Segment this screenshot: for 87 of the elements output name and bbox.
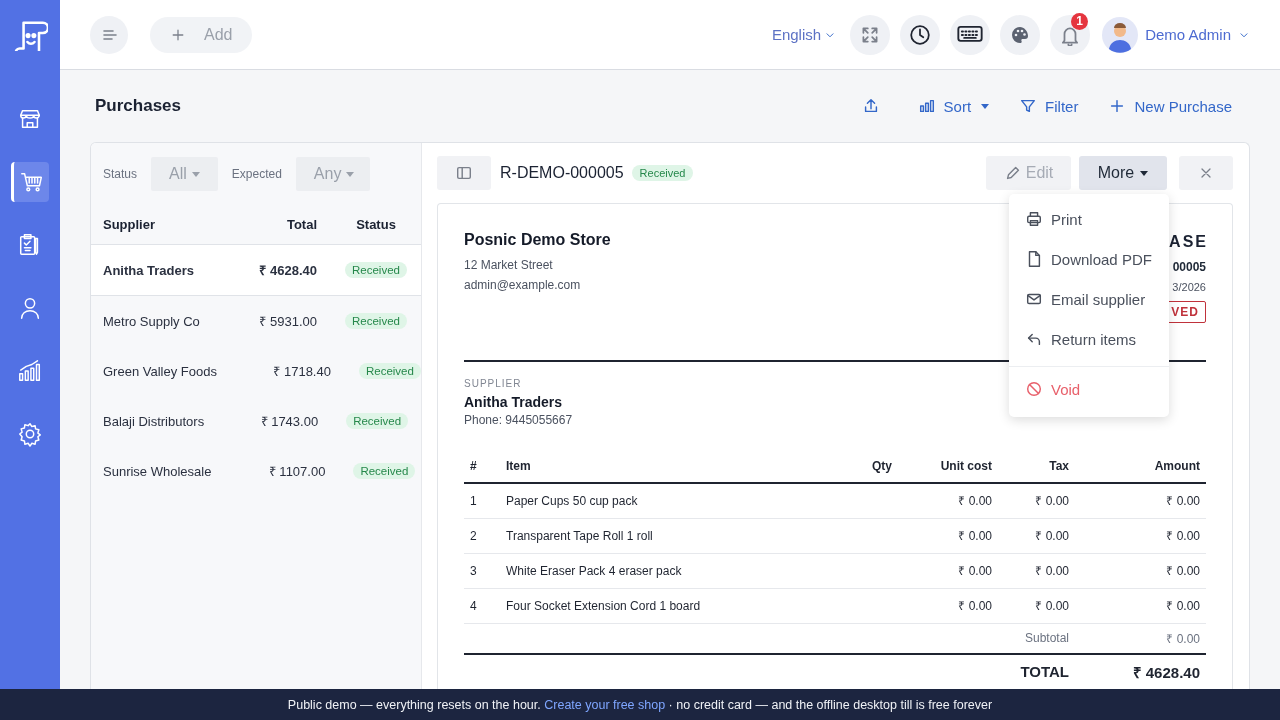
table-cell: ₹ 0.00 (998, 518, 1075, 553)
filter-label: Status (103, 167, 138, 181)
purchase-row[interactable]: Green Valley Foods ₹ 1718.40 Received (91, 346, 421, 396)
avatar-icon (1102, 16, 1139, 53)
user-menu[interactable]: Demo Admin (1102, 16, 1250, 53)
purchase-number: R-DEMO-000005 (500, 164, 624, 182)
panel-toggle-button[interactable] (437, 156, 491, 190)
banner-text: Public demo — everything resets on the hour. Create your free shop · no credit card — and the offline desktop till is free forever (287, 697, 993, 712)
table-cell: ₹ 0.00 (998, 588, 1075, 623)
page-title: Purchases (95, 96, 181, 116)
more-button[interactable]: More (1079, 156, 1167, 190)
column-header: Item (500, 450, 840, 483)
settings-icon (17, 421, 43, 447)
table-cell: 4 (464, 588, 500, 623)
purchase-row[interactable]: Metro Supply Co ₹ 5931.00 Received (91, 296, 421, 346)
column-header: # (464, 450, 500, 483)
filter-label: Expected (231, 167, 282, 181)
status-badge: Received (346, 413, 409, 429)
document-date: 3/2026 (1172, 281, 1206, 293)
table-cell: ₹ 0.00 (1075, 483, 1206, 518)
section-label: SUPPLIER (464, 378, 522, 389)
table-cell: ₹ 0.00 (1075, 553, 1206, 588)
menu-item[interactable]: Download PDF (1009, 239, 1169, 279)
notification-badge: 1 (1071, 12, 1089, 30)
table-cell: ₹ 0.00 (1075, 588, 1206, 623)
filter-button[interactable]: Filter (1019, 97, 1079, 115)
filter-icon (1019, 97, 1038, 115)
total-label: TOTAL (998, 654, 1075, 688)
clock-icon (909, 23, 932, 46)
chart-icon (17, 358, 43, 384)
table-cell: White Eraser Pack 4 eraser pack (500, 553, 840, 588)
table-cell: ₹ 0.00 (898, 553, 998, 588)
store-detail: 12 Market Street (464, 257, 554, 274)
status-badge: Received (345, 313, 407, 329)
column-header: Supplier (103, 217, 156, 232)
table-cell: Four Socket Extension Cord 1 board (500, 588, 840, 623)
table-cell: Transparent Tape Roll 1 roll (500, 518, 840, 553)
ban-icon (1025, 380, 1043, 398)
column-header: Amount (1075, 450, 1206, 483)
create-shop-link[interactable]: Create your free shop (544, 697, 666, 712)
caret-icon (191, 171, 200, 177)
supplier-name: Anitha Traders (464, 394, 563, 410)
table-cell: ₹ 0.00 (898, 588, 998, 623)
notifications-button[interactable]: 1 (1050, 14, 1091, 55)
total-value: ₹ 4628.40 (1075, 654, 1206, 688)
purchase-row[interactable]: Sunrise Wholesale ₹ 1107.00 Received (91, 446, 421, 496)
store-name: Posnic Demo Store (464, 231, 611, 249)
table-cell: ₹ 0.00 (898, 483, 998, 518)
subtotal-value: ₹ 0.00 (1075, 623, 1206, 654)
status-badge: Received (358, 363, 421, 379)
store-detail: admin@example.com (464, 277, 582, 294)
document-title: ASE (1169, 233, 1208, 251)
column-header: Qty (840, 450, 898, 483)
status-badge: Received (631, 165, 694, 181)
table-cell: 1 (464, 483, 500, 518)
caret-icon (981, 103, 990, 109)
status-badge: Received (353, 463, 416, 479)
new-purchase-button[interactable]: New Purchase (1108, 97, 1232, 115)
supplier-phone: Phone: 9445055667 (464, 412, 573, 429)
subtotal-label: Subtotal (998, 623, 1075, 654)
printer-icon (1025, 210, 1043, 228)
table-cell: Paper Cups 50 cup pack (500, 483, 840, 518)
table-cell: ₹ 0.00 (998, 553, 1075, 588)
document-number: 00005 (1172, 260, 1206, 274)
table-cell: ₹ 0.00 (898, 518, 998, 553)
table-cell: 3 (464, 553, 500, 588)
purchase-row[interactable]: Balaji Distributors ₹ 1743.00 Received (91, 396, 421, 446)
palette-icon (1010, 24, 1031, 45)
menu-button[interactable] (90, 15, 128, 54)
column-header: Status (355, 217, 397, 232)
bar-chart-icon (917, 97, 936, 115)
language-selector[interactable]: English (771, 26, 837, 43)
status-badge: Received (345, 262, 407, 278)
caret-icon (1140, 170, 1149, 176)
menu-item[interactable]: Print (1009, 199, 1169, 239)
caret-icon (346, 171, 355, 177)
sidebar-item[interactable] (11, 162, 49, 202)
sort-button[interactable]: Sort (917, 97, 990, 115)
table-cell: ₹ 0.00 (1075, 518, 1206, 553)
column-header: Total (285, 217, 317, 232)
column-header: Tax (998, 450, 1075, 483)
table-cell: ₹ 0.00 (998, 483, 1075, 518)
column-header: Unit cost (898, 450, 998, 483)
purchase-row[interactable]: Anitha Traders ₹ 4628.40 Received (91, 245, 421, 296)
sidebar-toggle-icon (455, 164, 473, 182)
table-cell: 2 (464, 518, 500, 553)
menu-item[interactable]: Void (1009, 369, 1169, 409)
